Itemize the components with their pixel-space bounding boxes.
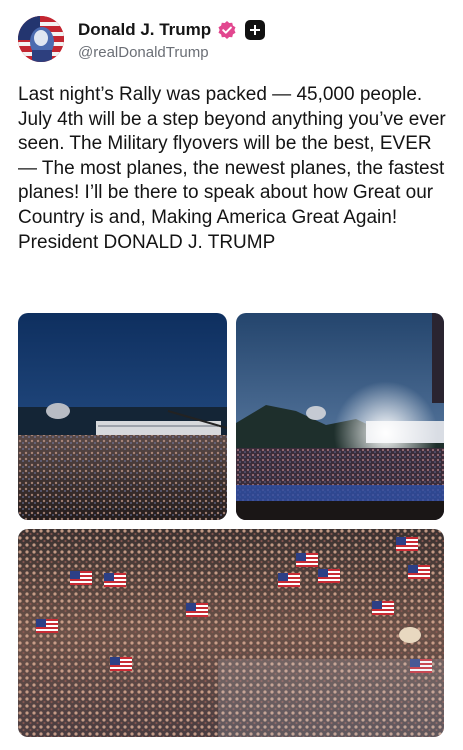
post-image-3[interactable] bbox=[18, 529, 444, 737]
post-image-1[interactable] bbox=[18, 313, 227, 520]
post-text: Last night’s Rally was packed — 45,000 p… bbox=[18, 84, 446, 253]
avatar-image bbox=[18, 16, 64, 62]
author-display-name[interactable]: Donald J. Trump bbox=[78, 20, 211, 40]
post-image-2[interactable] bbox=[236, 313, 444, 520]
avatar[interactable] bbox=[18, 16, 64, 62]
plus-icon[interactable] bbox=[245, 19, 266, 40]
verified-badge-icon bbox=[217, 20, 237, 40]
post-header: Donald J. Trump @realDonaldTrump bbox=[18, 14, 266, 64]
author-handle[interactable]: @realDonaldTrump bbox=[78, 44, 265, 61]
